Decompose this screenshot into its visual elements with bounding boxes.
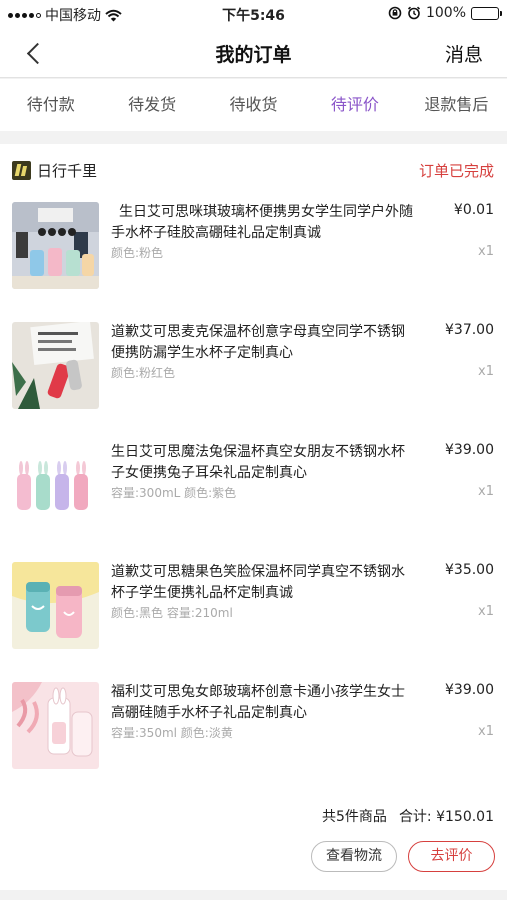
product-spec: 容量:300mL 颜色:紫色 [111, 486, 237, 500]
tab-pending-shipment[interactable]: 待发货 [101, 79, 202, 131]
nav-bar: 我的订单 消息 [0, 28, 507, 78]
product-spec: 颜色:黑色 容量:210ml [111, 606, 233, 620]
order-item-count: 共5件商品 [322, 809, 387, 825]
product-spec: 颜色:粉色 [111, 246, 164, 260]
product-price: ¥37.00 [445, 322, 494, 338]
product-price: ¥39.00 [445, 682, 494, 698]
shop-name: 日行千里 [37, 162, 98, 180]
product-thumbnail [12, 202, 99, 289]
product-thumbnail [12, 442, 99, 529]
product-title: 道歉艾可思糖果色笑脸保温杯同学真空不锈钢水杯子学生便携礼品杯定制真诚 [111, 564, 405, 601]
product-quantity: x1 [478, 484, 494, 499]
order-summary: 共5件商品 合计: ¥150.01 [322, 806, 494, 826]
product-quantity: x1 [478, 364, 494, 379]
order-status: 订单已完成 [418, 162, 494, 180]
order-item[interactable]: 道歉艾可思糖果色笑脸保温杯同学真空不锈钢水杯子学生便携礼品杯定制真诚 颜色:黑色… [0, 562, 507, 652]
product-price: ¥0.01 [453, 202, 494, 218]
shop-header[interactable]: 日行千里 [12, 160, 97, 181]
order-item[interactable]: 道歉艾可思麦克保温杯创意字母真空同学不锈钢便携防漏学生水杯子定制真心 颜色:粉红… [0, 322, 507, 412]
order-card[interactable]: 日行千里 订单已完成 生日艾可思咪琪玻璃杯便携男女学生同学户外随手水杯子硅胶高硼… [0, 144, 507, 890]
battery-percent: 100% [425, 5, 466, 21]
product-quantity: x1 [478, 604, 494, 619]
alarm-icon [407, 6, 421, 20]
write-review-button[interactable]: 去评价 [408, 841, 495, 872]
order-item[interactable]: 生日艾可思咪琪玻璃杯便携男女学生同学户外随手水杯子硅胶高硼硅礼品定制真诚 颜色:… [0, 202, 507, 292]
tab-pending-review[interactable]: 待评价 [304, 79, 405, 131]
product-spec: 颜色:粉红色 [111, 366, 176, 380]
product-thumbnail [12, 682, 99, 769]
product-title: 福利艾可思兔女郎玻璃杯创意卡通小孩学生女士高硼硅随手水杯子礼品定制真心 [111, 684, 405, 721]
status-right: 100% [388, 5, 502, 21]
battery-icon [471, 6, 502, 20]
view-logistics-button[interactable]: 查看物流 [311, 841, 397, 872]
tab-refund-aftersale[interactable]: 退款售后 [406, 79, 507, 131]
product-quantity: x1 [478, 244, 494, 259]
tab-pending-receipt[interactable]: 待收货 [203, 79, 304, 131]
bottom-gap [0, 890, 507, 900]
product-spec: 容量:350ml 颜色:淡黄 [111, 726, 233, 740]
order-total: 合计: ¥150.01 [398, 809, 494, 825]
product-price: ¥35.00 [445, 562, 494, 578]
product-thumbnail [12, 322, 99, 409]
lock-rotation-icon [388, 6, 402, 20]
order-item[interactable]: 福利艾可思兔女郎玻璃杯创意卡通小孩学生女士高硼硅随手水杯子礼品定制真心 容量:3… [0, 682, 507, 772]
product-thumbnail [12, 562, 99, 649]
shop-logo-icon [12, 161, 31, 180]
status-bar: 中国移动 下午5:46 100% [0, 0, 507, 28]
page-title: 我的订单 [215, 44, 292, 66]
product-quantity: x1 [478, 724, 494, 739]
messages-button[interactable]: 消息 [445, 40, 483, 67]
product-title: 生日艾可思魔法兔保温杯真空女朋友不锈钢水杯子女便携兔子耳朵礼品定制真心 [111, 444, 405, 481]
product-title: 道歉艾可思麦克保温杯创意字母真空同学不锈钢便携防漏学生水杯子定制真心 [111, 324, 405, 361]
order-item[interactable]: 生日艾可思魔法兔保温杯真空女朋友不锈钢水杯子女便携兔子耳朵礼品定制真心 容量:3… [0, 442, 507, 532]
product-price: ¥39.00 [445, 442, 494, 458]
order-tabs: 待付款 待发货 待收货 待评价 退款售后 [0, 79, 507, 131]
tab-pending-payment[interactable]: 待付款 [0, 79, 101, 131]
product-title: 生日艾可思咪琪玻璃杯便携男女学生同学户外随手水杯子硅胶高硼硅礼品定制真诚 [111, 204, 413, 241]
